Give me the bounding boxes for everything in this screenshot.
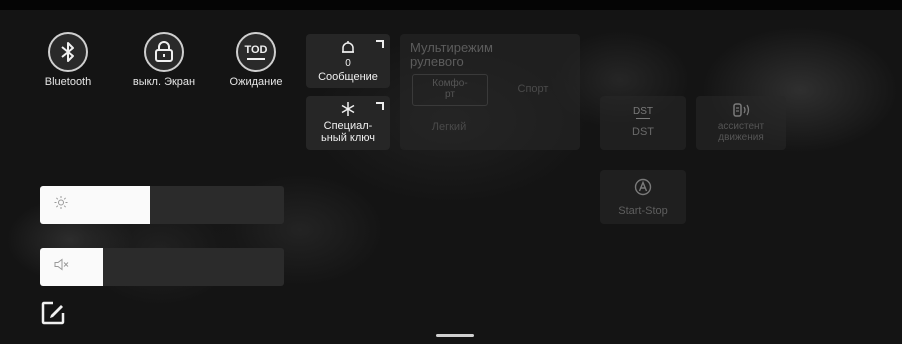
- dst-label: DST: [632, 126, 654, 138]
- standby-label: Ожидание: [229, 76, 283, 88]
- steering-title-1: Мультирежим: [410, 40, 493, 55]
- expand-corner-icon: [376, 40, 384, 48]
- control-center: Bluetooth выкл. Экран TOD Ожидание 0 Соо…: [0, 0, 902, 344]
- edit-icon: [41, 301, 65, 325]
- driving-assistant-tile[interactable]: ассистент движения: [696, 96, 786, 150]
- dst-icon: DST: [633, 106, 653, 119]
- assist-icon: [696, 102, 786, 121]
- special-key-label-1: Специал-: [323, 120, 373, 132]
- message-label: Сообщение: [318, 71, 378, 83]
- brightness-slider[interactable]: [40, 186, 284, 224]
- steering-option-comfort[interactable]: Комфо- рт: [412, 74, 488, 106]
- start-stop-tile[interactable]: Start-Stop: [600, 170, 686, 224]
- volume-fill: [40, 248, 104, 286]
- message-tile[interactable]: 0 Сообщение: [306, 34, 390, 88]
- tod-icon: TOD: [236, 32, 276, 72]
- steering-option-light[interactable]: Легкий: [412, 112, 486, 142]
- bluetooth-button[interactable]: Bluetooth: [22, 32, 114, 88]
- mute-icon: [54, 258, 70, 277]
- home-indicator[interactable]: [436, 334, 474, 337]
- special-key-tile[interactable]: Специал- ьный ключ: [306, 96, 390, 150]
- screen-off-label: выкл. Экран: [132, 76, 196, 88]
- bluetooth-label: Bluetooth: [44, 76, 92, 88]
- volume-slider[interactable]: [40, 248, 284, 286]
- steering-option-sport[interactable]: Спорт: [496, 74, 570, 104]
- start-stop-icon: [600, 178, 686, 199]
- expand-corner-icon: [376, 102, 384, 110]
- tod-icon-text: TOD: [244, 43, 268, 56]
- standby-button[interactable]: TOD Ожидание: [210, 32, 302, 88]
- start-stop-label: Start-Stop: [618, 205, 668, 217]
- steering-title-2: рулевого: [410, 54, 464, 69]
- dst-tile[interactable]: DST DST: [600, 96, 686, 150]
- lock-icon: [144, 32, 184, 72]
- special-key-label-2: ьный ключ: [320, 132, 375, 144]
- assistant-label-2: движения: [718, 132, 764, 143]
- brightness-icon: [54, 196, 68, 215]
- bluetooth-icon: [48, 32, 88, 72]
- message-count: 0: [345, 58, 351, 69]
- edit-button[interactable]: [40, 300, 66, 326]
- screen-off-button[interactable]: выкл. Экран: [118, 32, 210, 88]
- steering-mode-panel[interactable]: Мультирежим рулевого Комфо- рт Спорт Лег…: [400, 34, 580, 150]
- assistant-label-1: ассистент: [717, 121, 765, 132]
- top-strip: [0, 0, 902, 10]
